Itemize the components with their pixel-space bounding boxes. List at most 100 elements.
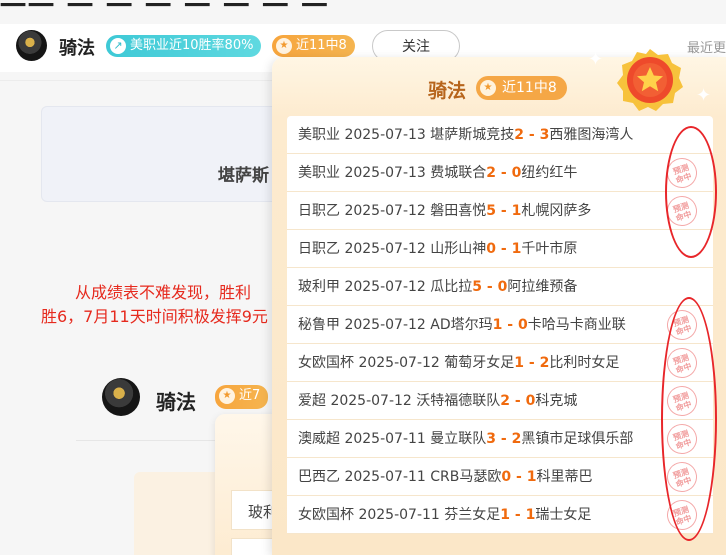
analysis-line-2: 胜6，7月11天时间积极发挥9元 (41, 307, 268, 326)
home-score: 0 (501, 469, 512, 485)
away-score: 0 (517, 317, 528, 333)
away-score: 2 (511, 431, 522, 447)
match-date: 2025-07-13 (344, 127, 426, 143)
highlight-circle-top (665, 126, 717, 258)
home-team: 沃特福德联队 (416, 393, 501, 409)
home-score: 5 (486, 203, 497, 219)
home-score: 3 (486, 431, 497, 447)
record-row[interactable]: 秘鲁甲 2025-07-12 AD塔尔玛1 - 0卡哈马卡商业联 预测 命中 (287, 306, 713, 344)
away-team: 纽约红牛 (521, 165, 578, 181)
analysis-line-1: 从成绩表不难发现，胜利 (75, 283, 252, 302)
match-date: 2025-07-12 (344, 317, 426, 333)
away-score: 0 (525, 393, 536, 409)
score-separator: - (496, 431, 512, 447)
streak-badge: ★ 近11中8 (272, 35, 355, 57)
home-score: 0 (486, 241, 497, 257)
away-team: 科克城 (535, 393, 578, 409)
score-separator: - (496, 241, 512, 257)
league-name: 女欧国杯 (298, 355, 354, 371)
arrow-up-icon: ↗ (110, 38, 126, 54)
sparkle-icon: ✦ (696, 85, 712, 106)
away-team: 黑镇市足球俱乐部 (521, 431, 634, 447)
league-name: 爱超 (298, 393, 326, 409)
match-date: 2025-07-11 (358, 507, 440, 523)
home-score: 1 (492, 317, 503, 333)
away-team: 千叶市原 (521, 241, 578, 257)
home-score: 2 (514, 127, 525, 143)
away-score: 1 (511, 203, 522, 219)
league-name: 巴西乙 (298, 469, 340, 485)
score-separator: - (511, 469, 527, 485)
score-separator: - (510, 393, 526, 409)
home-team: 曼立联队 (430, 431, 487, 447)
match-date: 2025-07-13 (344, 165, 426, 181)
league-name: 秘鲁甲 (298, 317, 340, 333)
sparkle-icon: ✦ (588, 49, 604, 70)
league-name: 美职业 (298, 165, 340, 181)
home-score: 5 (472, 279, 483, 295)
match-date: 2025-07-11 (344, 469, 426, 485)
star-icon: ★ (276, 38, 292, 54)
streak-badge-2: ★ 近7 (215, 385, 269, 409)
score-separator: - (524, 127, 540, 143)
home-team: 芬兰女足 (444, 507, 501, 523)
away-score: 2 (539, 355, 550, 371)
home-team: CRB马瑟欧 (430, 469, 502, 485)
away-team: 科里蒂巴 (536, 469, 593, 485)
league-name: 澳威超 (298, 431, 340, 447)
away-team: 比利时女足 (549, 355, 620, 371)
star-icon: ★ (219, 388, 235, 404)
match-date: 2025-07-12 (344, 203, 426, 219)
record-row[interactable]: 日职乙 2025-07-12 山形山神0 - 1千叶市原 (287, 230, 713, 268)
away-team: 札幌冈萨多 (521, 203, 592, 219)
home-score: 1 (514, 355, 525, 371)
match-date: 2025-07-12 (344, 241, 426, 257)
away-score: 0 (511, 165, 522, 181)
away-score: 3 (539, 127, 550, 143)
record-list: 美职业 2025-07-13 堪萨斯城竞技2 - 3西雅图海湾人 美职业 2025… (287, 116, 713, 534)
home-team: 费城联合 (430, 165, 487, 181)
page: 一一 一 一 一 一 一 一 一 骑法 ↗ 美职业近10胜率80% ★ 近11中… (0, 0, 726, 555)
record-row[interactable]: 女欧国杯 2025-07-11 芬兰女足1 - 1瑞士女足 预测 命中 (287, 496, 713, 534)
popup-title: 骑法 (428, 80, 467, 102)
record-row[interactable]: 玻利甲 2025-07-12 瓜比拉5 - 0阿拉维预备 (287, 268, 713, 306)
league-name: 日职乙 (298, 203, 340, 219)
league-name: 女欧国杯 (298, 507, 354, 523)
record-popup: 骑法 ★ 近11中8 ✦ ✦ 美职业 2025-07-13 堪萨斯城竞技2 - … (272, 49, 726, 555)
score-separator: - (496, 165, 512, 181)
record-row[interactable]: 爱超 2025-07-12 沃特福德联队2 - 0科克城 预测 命中 (287, 382, 713, 420)
avatar[interactable] (16, 30, 47, 61)
score-separator: - (496, 203, 512, 219)
league-name: 玻利甲 (298, 279, 340, 295)
match-date: 2025-07-12 (330, 393, 412, 409)
record-row[interactable]: 美职业 2025-07-13 堪萨斯城竞技2 - 3西雅图海湾人 (287, 116, 713, 154)
home-team: 山形山神 (430, 241, 487, 257)
medal-icon (617, 49, 683, 111)
home-team: 葡萄牙女足 (444, 355, 515, 371)
match-date: 2025-07-12 (344, 279, 426, 295)
home-score: 2 (500, 393, 511, 409)
match-date: 2025-07-12 (358, 355, 440, 371)
home-team: 堪萨斯城竞技 (430, 127, 515, 143)
author-name[interactable]: 骑法 (59, 34, 95, 60)
away-score: 1 (525, 507, 536, 523)
match-card[interactable]: 堪萨斯 (41, 106, 301, 202)
avatar-2[interactable] (102, 378, 140, 416)
away-team: 瑞士女足 (535, 507, 592, 523)
record-row[interactable]: 澳威超 2025-07-11 曼立联队3 - 2黑镇市足球俱乐部 预测 命中 (287, 420, 713, 458)
record-row[interactable]: 美职业 2025-07-13 费城联合2 - 0纽约红牛 预测 命中 (287, 154, 713, 192)
match-date: 2025-07-11 (344, 431, 426, 447)
home-team: 瓜比拉 (430, 279, 473, 295)
score-separator: - (502, 317, 518, 333)
record-row[interactable]: 巴西乙 2025-07-11 CRB马瑟欧0 - 1科里蒂巴 预测 命中 (287, 458, 713, 496)
record-row[interactable]: 女欧国杯 2025-07-12 葡萄牙女足1 - 2比利时女足 预测 命中 (287, 344, 713, 382)
score-separator: - (524, 355, 540, 371)
author-name-2[interactable]: 骑法 (156, 386, 196, 415)
win-rate-badge: ↗ 美职业近10胜率80% (106, 35, 262, 57)
away-team: 阿拉维预备 (507, 279, 578, 295)
home-score: 2 (486, 165, 497, 181)
recent-label: 最近更 (687, 41, 726, 56)
record-row[interactable]: 日职乙 2025-07-12 磐田喜悦5 - 1札幌冈萨多 预测 命中 (287, 192, 713, 230)
away-team: 西雅图海湾人 (549, 127, 634, 143)
home-team: AD塔尔玛 (430, 317, 493, 333)
